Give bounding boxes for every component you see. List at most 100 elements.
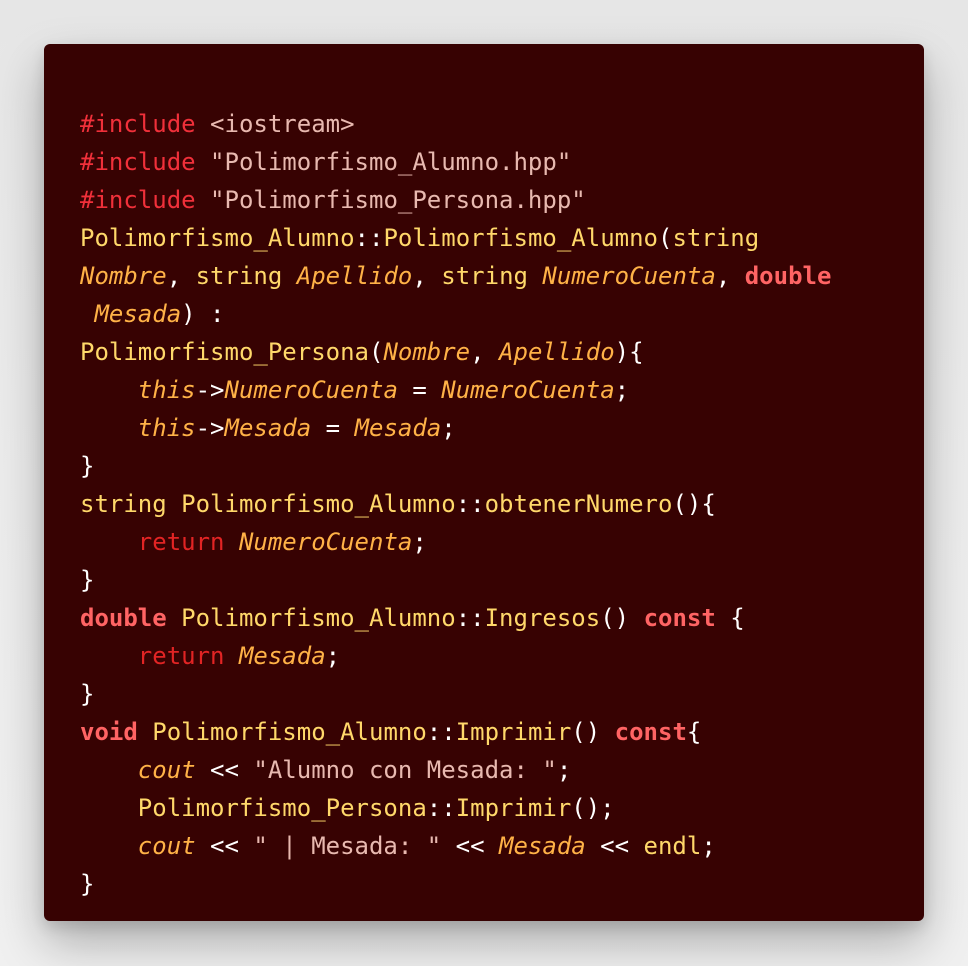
code-line: } bbox=[80, 447, 924, 485]
code-token: ; bbox=[412, 528, 427, 556]
code-token: :: bbox=[354, 224, 384, 252]
code-token: () bbox=[571, 718, 615, 746]
code-token: NumeroCuenta bbox=[542, 262, 716, 290]
code-token: , bbox=[470, 338, 500, 366]
code-token: Apellido bbox=[296, 262, 413, 290]
code-line: void Polimorfismo_Alumno::Imprimir() con… bbox=[80, 713, 924, 751]
code-token: -> bbox=[195, 376, 225, 404]
code-token: , bbox=[715, 262, 745, 290]
code-line: Polimorfismo_Persona(Nombre, Apellido){ bbox=[80, 333, 924, 371]
code-token: "Polimorfismo_Alumno.hpp" bbox=[210, 148, 572, 176]
code-token: NumeroCuenta bbox=[238, 528, 413, 556]
code-token: { bbox=[715, 604, 745, 632]
code-token: Apellido bbox=[499, 338, 615, 366]
code-token: Polimorfismo_Alumno bbox=[383, 224, 658, 252]
code-token: Polimorfismo_Alumno bbox=[181, 604, 456, 632]
code-token: ( bbox=[658, 224, 673, 252]
code-token: string bbox=[195, 262, 297, 290]
code-line: } bbox=[80, 865, 924, 903]
code-token: ) : bbox=[181, 300, 225, 328]
code-token: :: bbox=[426, 794, 456, 822]
code-token: } bbox=[80, 566, 95, 594]
code-token: Mesada bbox=[354, 414, 442, 442]
code-token: ; bbox=[701, 832, 716, 860]
code-card: #include <iostream> #include "Polimorfism… bbox=[44, 44, 924, 921]
code-token: const bbox=[643, 604, 716, 632]
code-token: ( bbox=[368, 338, 384, 366]
code-token: << bbox=[195, 756, 254, 784]
code-token: return bbox=[137, 528, 239, 556]
code-token: -> bbox=[195, 414, 225, 442]
code-token: Polimorfismo_Persona bbox=[137, 794, 427, 822]
code-token: () bbox=[600, 604, 644, 632]
code-line: Nombre, string Apellido, string NumeroCu… bbox=[80, 257, 924, 295]
code-token: , bbox=[166, 262, 196, 290]
code-line: Polimorfismo_Alumno::Polimorfismo_Alumno… bbox=[80, 219, 924, 257]
code-token: NumeroCuenta bbox=[441, 376, 615, 404]
code-line: double Polimorfismo_Alumno::Ingresos() c… bbox=[80, 599, 924, 637]
code-token: Polimorfismo_Alumno bbox=[152, 718, 427, 746]
code-line: cout << "Alumno con Mesada: "; bbox=[80, 751, 924, 789]
code-token: string bbox=[80, 490, 182, 518]
code-token: ; bbox=[614, 376, 630, 404]
code-token: void bbox=[80, 718, 153, 746]
code-token: Nombre bbox=[383, 338, 471, 366]
code-line: this->NumeroCuenta = NumeroCuenta; bbox=[80, 371, 924, 409]
code-token: #include bbox=[80, 186, 196, 214]
code-token: , bbox=[412, 262, 442, 290]
code-token: obtenerNumero bbox=[484, 490, 673, 518]
code-token: return bbox=[137, 642, 239, 670]
code-token: ; bbox=[441, 414, 456, 442]
code-token: <iostream> bbox=[210, 110, 355, 138]
code-line: return NumeroCuenta; bbox=[80, 523, 924, 561]
code-token: } bbox=[80, 452, 95, 480]
code-token: #include bbox=[80, 110, 196, 138]
code-token: << bbox=[195, 832, 254, 860]
code-token: Mesada bbox=[224, 414, 312, 442]
code-line: string Polimorfismo_Alumno::obtenerNumer… bbox=[80, 485, 924, 523]
code-token: { bbox=[686, 718, 702, 746]
code-token: NumeroCuenta bbox=[224, 376, 398, 404]
code-token: = bbox=[311, 414, 355, 442]
code-line: #include <iostream> bbox=[80, 105, 924, 143]
code-token: string bbox=[441, 262, 543, 290]
code-token: Mesada bbox=[499, 832, 586, 860]
code-line: cout << " | Mesada: " << Mesada << endl; bbox=[80, 827, 924, 865]
code-token: } bbox=[80, 870, 95, 898]
code-token: Mesada bbox=[94, 300, 182, 328]
code-token: Nombre bbox=[80, 262, 167, 290]
code-line: Polimorfismo_Persona::Imprimir(); bbox=[80, 789, 924, 827]
code-token: const bbox=[614, 718, 687, 746]
code-token: :: bbox=[455, 490, 485, 518]
code-token: "Polimorfismo_Persona.hpp" bbox=[210, 186, 586, 214]
code-token: Polimorfismo_Persona bbox=[80, 338, 369, 366]
code-token: :: bbox=[455, 604, 485, 632]
code-block: #include <iostream> #include "Polimorfism… bbox=[80, 105, 924, 903]
code-token: endl bbox=[643, 832, 702, 860]
code-token: } bbox=[80, 680, 95, 708]
code-line: this->Mesada = Mesada; bbox=[80, 409, 924, 447]
code-token: Mesada bbox=[238, 642, 326, 670]
code-token: cout bbox=[137, 832, 196, 860]
code-token: :: bbox=[426, 718, 456, 746]
code-line: #include "Polimorfismo_Persona.hpp" bbox=[80, 181, 924, 219]
code-token: << bbox=[441, 832, 500, 860]
code-token: double bbox=[744, 262, 832, 290]
code-token: this bbox=[137, 414, 196, 442]
code-token: Imprimir bbox=[455, 718, 572, 746]
code-token: (){ bbox=[672, 490, 716, 518]
code-token: Polimorfismo_Alumno bbox=[80, 224, 355, 252]
code-token: Ingresos bbox=[484, 604, 601, 632]
code-token: (); bbox=[571, 794, 615, 822]
code-line: } bbox=[80, 561, 924, 599]
code-token: double bbox=[80, 604, 182, 632]
code-token: ; bbox=[325, 642, 341, 670]
